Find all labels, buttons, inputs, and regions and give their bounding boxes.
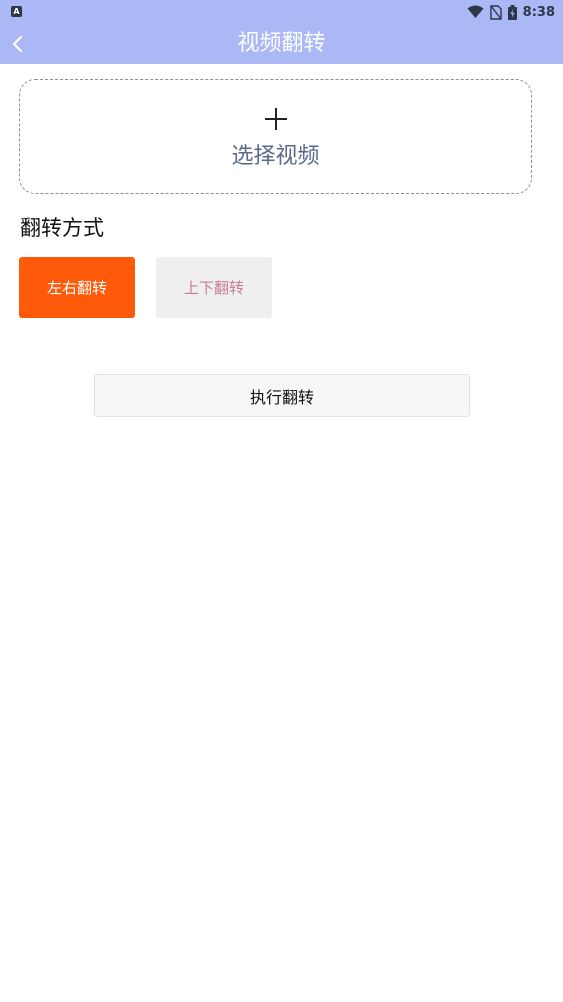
status-bar: A 8:38 <box>0 0 563 24</box>
plus-icon <box>264 108 287 130</box>
page-title: 视频翻转 <box>237 31 326 56</box>
status-icons: 8:38 <box>467 2 555 22</box>
wifi-icon <box>467 5 484 18</box>
app-bar: 视频翻转 <box>0 24 563 64</box>
execute-flip-button[interactable]: 执行翻转 <box>94 374 470 417</box>
flip-mode-title: 翻转方式 <box>20 216 104 240</box>
battery-charging-icon <box>507 4 517 20</box>
flip-vertical-button[interactable]: 上下翻转 <box>156 257 272 318</box>
flip-horizontal-button[interactable]: 左右翻转 <box>19 257 135 318</box>
status-time: 8:38 <box>522 4 555 20</box>
select-video-button[interactable]: 选择视频 <box>19 79 532 194</box>
app-notification-icon: A <box>11 6 22 17</box>
select-video-label: 选择视频 <box>231 144 320 169</box>
no-sim-icon <box>489 4 502 20</box>
